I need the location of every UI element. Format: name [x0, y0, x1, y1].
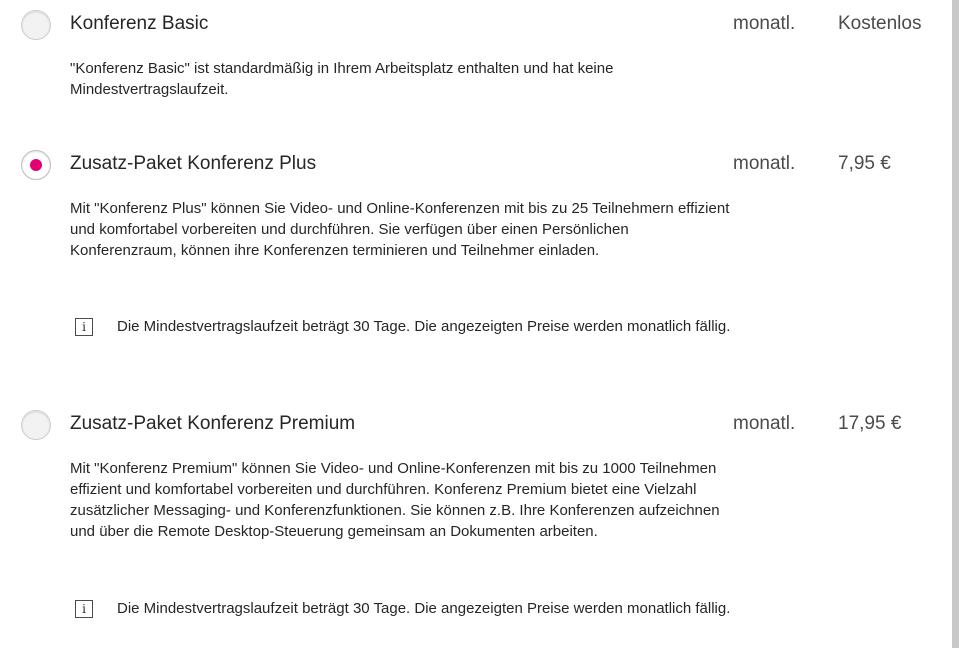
- package-description: "Konferenz Basic" ist standardmäßig in I…: [70, 60, 614, 98]
- package-period: monatl.: [733, 413, 796, 434]
- package-description: Mit "Konferenz Plus" können Sie Video- u…: [70, 200, 730, 259]
- package-title: Zusatz-Paket Konferenz Plus: [70, 153, 317, 174]
- radio-konferenz-plus[interactable]: [21, 150, 51, 180]
- package-period: monatl.: [733, 153, 796, 174]
- package-konferenz-basic[interactable]: Konferenz Basic monatl. Kostenlos "Konfe…: [0, 0, 950, 120]
- radio-konferenz-premium[interactable]: [21, 410, 51, 440]
- radio-konferenz-basic[interactable]: [21, 10, 51, 40]
- package-price: 7,95 €: [838, 153, 891, 174]
- package-konferenz-plus[interactable]: Zusatz-Paket Konferenz Plus monatl. 7,95…: [0, 140, 950, 380]
- package-info-note: Die Mindestvertragslaufzeit beträgt 30 T…: [117, 600, 731, 617]
- scrollbar-track[interactable]: [952, 0, 959, 648]
- radio-selected-dot: [30, 159, 42, 171]
- package-title: Zusatz-Paket Konferenz Premium: [70, 413, 356, 434]
- info-icon: i: [75, 318, 93, 336]
- package-title: Konferenz Basic: [70, 13, 209, 34]
- package-price: 17,95 €: [838, 413, 902, 434]
- package-period: monatl.: [733, 13, 796, 34]
- info-icon: i: [75, 600, 93, 618]
- package-info-note: Die Mindestvertragslaufzeit beträgt 30 T…: [117, 318, 731, 335]
- package-konferenz-premium[interactable]: Zusatz-Paket Konferenz Premium monatl. 1…: [0, 400, 950, 648]
- package-price: Kostenlos: [838, 13, 922, 34]
- package-description: Mit "Konferenz Premium" können Sie Video…: [70, 460, 720, 540]
